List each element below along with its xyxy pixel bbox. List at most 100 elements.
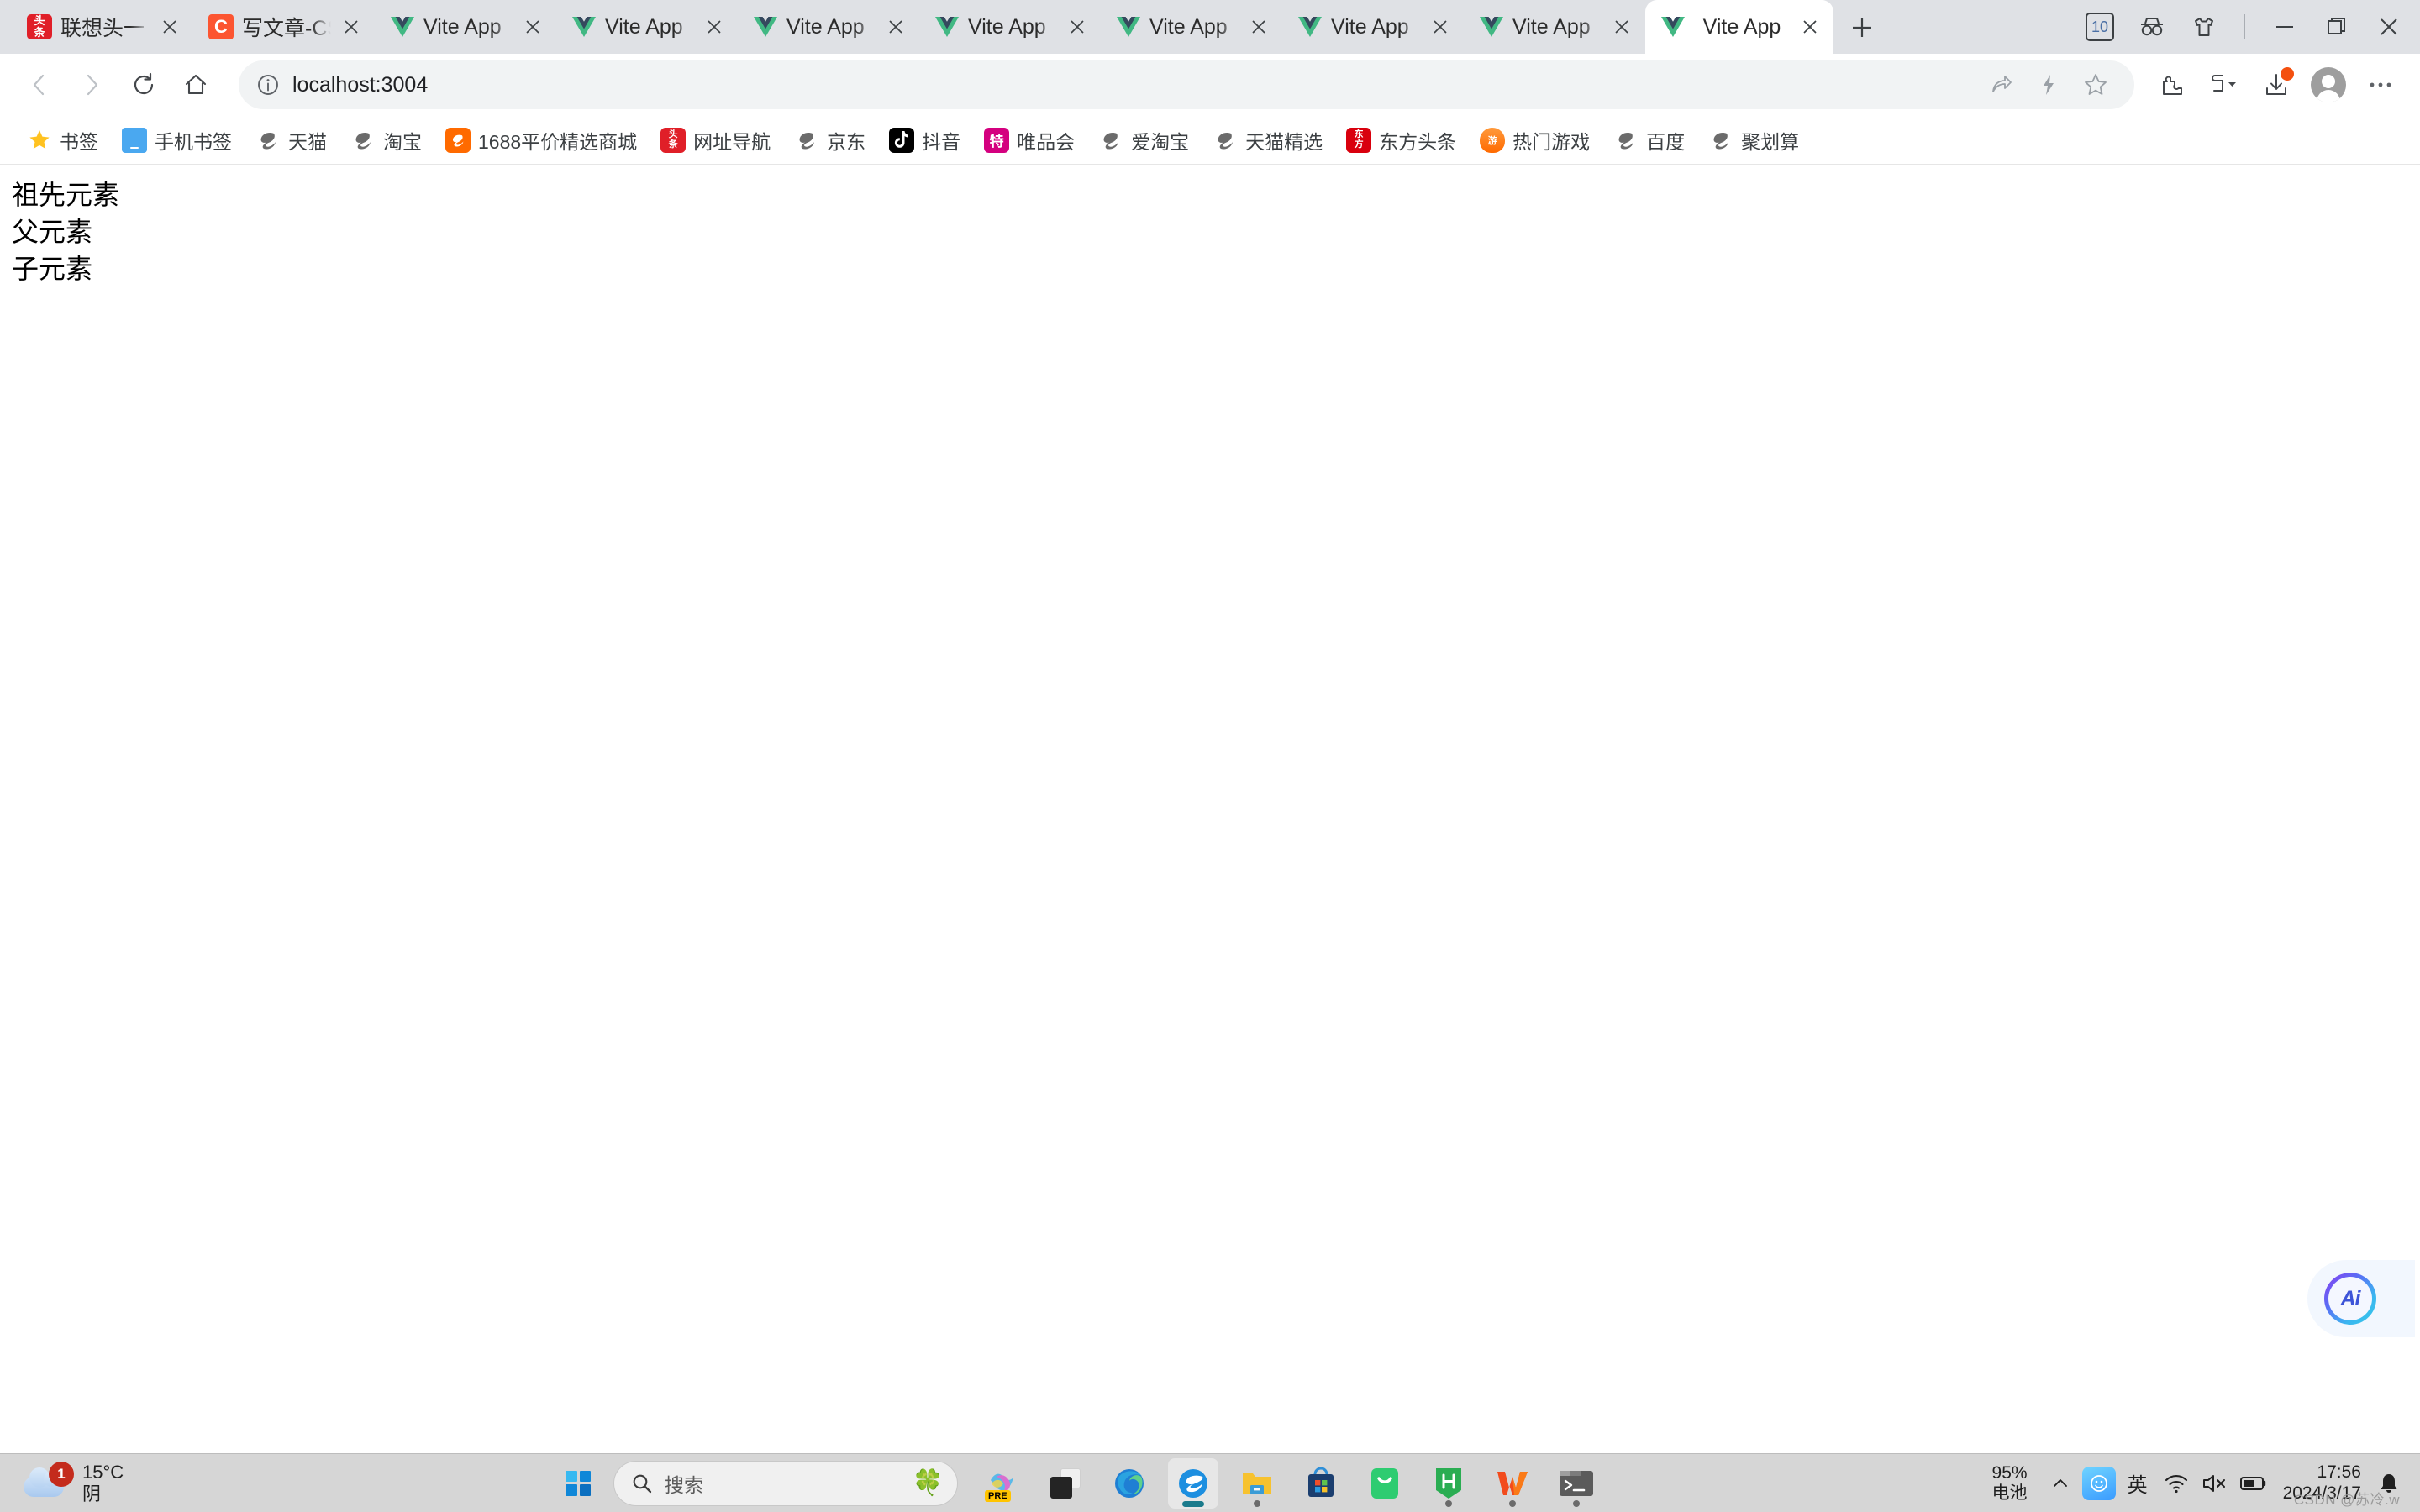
smiley-tray-icon[interactable] bbox=[2080, 1462, 2118, 1505]
weather-widget[interactable]: 1 15°C 阴 bbox=[0, 1461, 538, 1504]
bookmark-item[interactable]: 特 唯品会 bbox=[972, 122, 1086, 159]
taskbar-app-task-view[interactable] bbox=[1040, 1458, 1091, 1509]
volume-muted-icon[interactable] bbox=[2196, 1462, 2234, 1505]
ai-assistant-button[interactable]: Ai bbox=[2307, 1260, 2415, 1337]
tab-close-button[interactable] bbox=[1610, 15, 1634, 39]
battery-icon[interactable] bbox=[2234, 1462, 2273, 1505]
forward-button[interactable] bbox=[67, 60, 116, 109]
browser-tab[interactable]: Vite App bbox=[1282, 0, 1464, 54]
bookmark-item[interactable]: 淘宝 bbox=[339, 122, 434, 159]
browser-tab-active[interactable]: Vite App bbox=[1645, 0, 1833, 54]
browser-360-icon bbox=[1176, 1467, 1210, 1500]
tab-close-button[interactable] bbox=[1247, 15, 1270, 39]
vue-icon bbox=[390, 14, 415, 39]
ime-language-icon[interactable]: 英 bbox=[2118, 1462, 2157, 1505]
maximize-button[interactable] bbox=[2311, 0, 2363, 54]
info-icon[interactable] bbox=[255, 72, 281, 97]
tab-counter-button[interactable]: 10 bbox=[2074, 0, 2126, 54]
lightning-icon[interactable] bbox=[2027, 63, 2070, 107]
ancestor-element-text: 祖先元素 bbox=[12, 179, 120, 211]
avatar bbox=[2311, 67, 2346, 102]
tab-title: Vite App bbox=[1702, 14, 1781, 39]
share-icon[interactable] bbox=[1980, 63, 2023, 107]
extensions-icon[interactable] bbox=[2148, 60, 2196, 109]
bookmark-item[interactable]: 百度 bbox=[1602, 122, 1697, 159]
file-explorer-icon bbox=[1240, 1468, 1274, 1499]
browser-tab[interactable]: Vite App bbox=[919, 0, 1101, 54]
browser-tab[interactable]: 头条 联想头一 bbox=[12, 0, 193, 54]
collections-icon[interactable] bbox=[2200, 60, 2249, 109]
tab-close-button[interactable] bbox=[1065, 15, 1089, 39]
bookmark-item[interactable]: 抖音 bbox=[877, 122, 972, 159]
copilot-pre-badge: PRE bbox=[985, 1489, 1011, 1502]
url-text[interactable]: localhost:3004 bbox=[292, 73, 1968, 97]
minimize-button[interactable] bbox=[2259, 0, 2311, 54]
reload-button[interactable] bbox=[119, 60, 168, 109]
taskbar-app-terminal[interactable] bbox=[1551, 1458, 1602, 1509]
tab-close-button[interactable] bbox=[339, 15, 363, 39]
alibaba-icon bbox=[794, 128, 819, 153]
browser-tab[interactable]: Vite App bbox=[1101, 0, 1282, 54]
running-indicator bbox=[1445, 1499, 1452, 1507]
bookmark-item[interactable]: 聚划算 bbox=[1697, 122, 1811, 159]
browser-tab[interactable]: Vite App bbox=[556, 0, 738, 54]
taskbar-app-browser-360[interactable] bbox=[1168, 1457, 1218, 1509]
taskbar-search[interactable]: 搜索 🍀 bbox=[613, 1460, 958, 1506]
running-indicator bbox=[1182, 1500, 1204, 1507]
tray-expand-chevron-icon[interactable] bbox=[2041, 1462, 2080, 1505]
bookmark-item[interactable]: 天猫精选 bbox=[1201, 122, 1334, 159]
home-button[interactable] bbox=[171, 60, 220, 109]
taskbar-app-microsoft-store[interactable] bbox=[1296, 1458, 1346, 1509]
bookmark-item[interactable]: 手机书签 bbox=[110, 122, 244, 159]
taskbar-app-copilot[interactable]: PRE bbox=[976, 1458, 1027, 1509]
taskbar-app-file-explorer[interactable] bbox=[1232, 1458, 1282, 1509]
bookmark-item[interactable]: 头条 网址导航 bbox=[649, 122, 782, 159]
bookmark-item[interactable]: 游 热门游戏 bbox=[1468, 122, 1602, 159]
bookmark-item[interactable]: 东方 东方头条 bbox=[1334, 122, 1468, 159]
download-icon[interactable] bbox=[2252, 60, 2301, 109]
wifi-icon[interactable] bbox=[2157, 1462, 2196, 1505]
tab-close-button[interactable] bbox=[158, 15, 182, 39]
tab-close-button[interactable] bbox=[702, 15, 726, 39]
bookmark-label: 聚划算 bbox=[1741, 130, 1800, 153]
parent-element-text: 父元素 bbox=[12, 216, 93, 249]
star-icon[interactable] bbox=[2074, 63, 2118, 107]
bookmark-item[interactable]: 京东 bbox=[782, 122, 877, 159]
vue-icon bbox=[753, 14, 778, 39]
browser-tab[interactable]: Vite App bbox=[738, 0, 919, 54]
profile-icon[interactable] bbox=[2304, 60, 2353, 109]
bookmark-item[interactable]: 1688平价精选商城 bbox=[434, 122, 649, 159]
bookmark-item[interactable]: 天猫 bbox=[244, 122, 339, 159]
theme-shirt-icon[interactable] bbox=[2178, 0, 2230, 54]
browser-tab[interactable]: Vite App bbox=[1464, 0, 1645, 54]
tab-close-button[interactable] bbox=[1798, 15, 1822, 39]
bookmark-label: 京东 bbox=[827, 130, 866, 153]
taskbar-app-wechat-green[interactable] bbox=[1360, 1458, 1410, 1509]
bookmark-label: 书签 bbox=[60, 130, 98, 153]
ai-icon: Ai bbox=[2324, 1273, 2376, 1325]
weather-temperature: 15°C bbox=[82, 1462, 124, 1483]
clover-icon[interactable]: 🍀 bbox=[913, 1470, 944, 1496]
incognito-icon[interactable] bbox=[2126, 0, 2178, 54]
battery-status[interactable]: 95% 电池 bbox=[1992, 1463, 2028, 1503]
new-tab-button[interactable] bbox=[1840, 6, 1884, 50]
tab-close-button[interactable] bbox=[884, 15, 908, 39]
taskbar-app-microsoft-edge[interactable] bbox=[1104, 1458, 1155, 1509]
tab-close-button[interactable] bbox=[1428, 15, 1452, 39]
address-bar[interactable]: localhost:3004 bbox=[239, 60, 2134, 109]
browser-tab[interactable]: C 写文章-CS bbox=[193, 0, 375, 54]
bookmark-label: 抖音 bbox=[922, 130, 961, 153]
bookmark-item[interactable]: 爱淘宝 bbox=[1086, 122, 1201, 159]
bookmark-item[interactable]: 书签 bbox=[15, 122, 110, 159]
tab-close-button[interactable] bbox=[521, 15, 544, 39]
close-button[interactable] bbox=[2363, 0, 2415, 54]
back-button[interactable] bbox=[15, 60, 64, 109]
start-button[interactable] bbox=[555, 1460, 602, 1507]
more-icon[interactable] bbox=[2356, 60, 2405, 109]
taskbar-app-wps-office[interactable] bbox=[1487, 1458, 1538, 1509]
search-icon bbox=[631, 1473, 653, 1494]
browser-tab[interactable]: Vite App bbox=[375, 0, 556, 54]
running-indicator bbox=[1509, 1499, 1516, 1507]
taskbar-app-hbuilder[interactable] bbox=[1423, 1458, 1474, 1509]
page-content: 祖先元素 父元素 子元素 bbox=[0, 165, 2420, 287]
